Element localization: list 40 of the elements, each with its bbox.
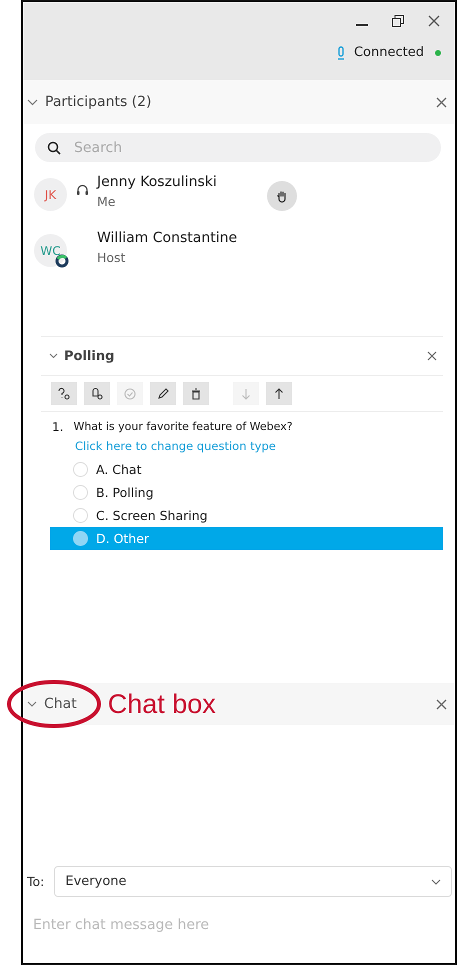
panel-title: Participants (2) — [45, 94, 152, 110]
close-icon[interactable] — [427, 351, 437, 361]
chevron-icon[interactable] — [27, 98, 38, 106]
search-field[interactable]: Search — [35, 133, 441, 162]
panel-title: Polling — [64, 348, 114, 364]
search-icon — [47, 140, 61, 154]
restore-icon[interactable] — [391, 14, 405, 28]
answer-option[interactable]: A. Chat — [50, 458, 443, 481]
chevron-icon[interactable] — [49, 353, 58, 359]
connection-status: Connected — [354, 45, 424, 60]
participant-name: William Constantine — [97, 230, 238, 246]
radio-button[interactable] — [73, 485, 88, 500]
search-field[interactable]: Search — [72, 138, 429, 156]
chevron-icon[interactable] — [27, 701, 37, 707]
answer-option[interactable]: C. Screen Sharing — [50, 504, 443, 527]
answer-option[interactable]: B. Polling — [50, 481, 443, 504]
answer-icon[interactable] — [84, 382, 110, 405]
participant-role: Host — [97, 250, 126, 265]
radio-button[interactable] — [73, 508, 88, 523]
recipient-dropdown[interactable]: Everyone — [54, 866, 452, 897]
question-icon[interactable] — [51, 382, 77, 405]
radio-button[interactable] — [73, 462, 88, 477]
raised-hand-button[interactable] — [267, 181, 297, 211]
annotation-label: Chat box — [108, 688, 216, 720]
close-icon[interactable] — [436, 698, 447, 710]
hand-icon — [276, 190, 288, 202]
avatar-initials: WC — [40, 244, 61, 258]
participant-role: Me — [97, 194, 116, 209]
pencil-icon[interactable] — [150, 382, 176, 405]
radio-button[interactable] — [73, 531, 88, 546]
to-label: To: — [27, 874, 44, 889]
question-number: 1. — [52, 420, 64, 434]
participant-name: Jenny Koszulinski — [97, 174, 218, 190]
panel-title: Chat — [44, 696, 77, 712]
trash-icon[interactable] — [183, 382, 209, 405]
close-icon[interactable] — [427, 14, 441, 28]
avatar-initials: JK — [44, 188, 56, 202]
question-text: What is your favorite feature of Webex? — [73, 420, 293, 434]
chevron-icon — [431, 878, 441, 884]
close-icon[interactable] — [436, 96, 447, 108]
